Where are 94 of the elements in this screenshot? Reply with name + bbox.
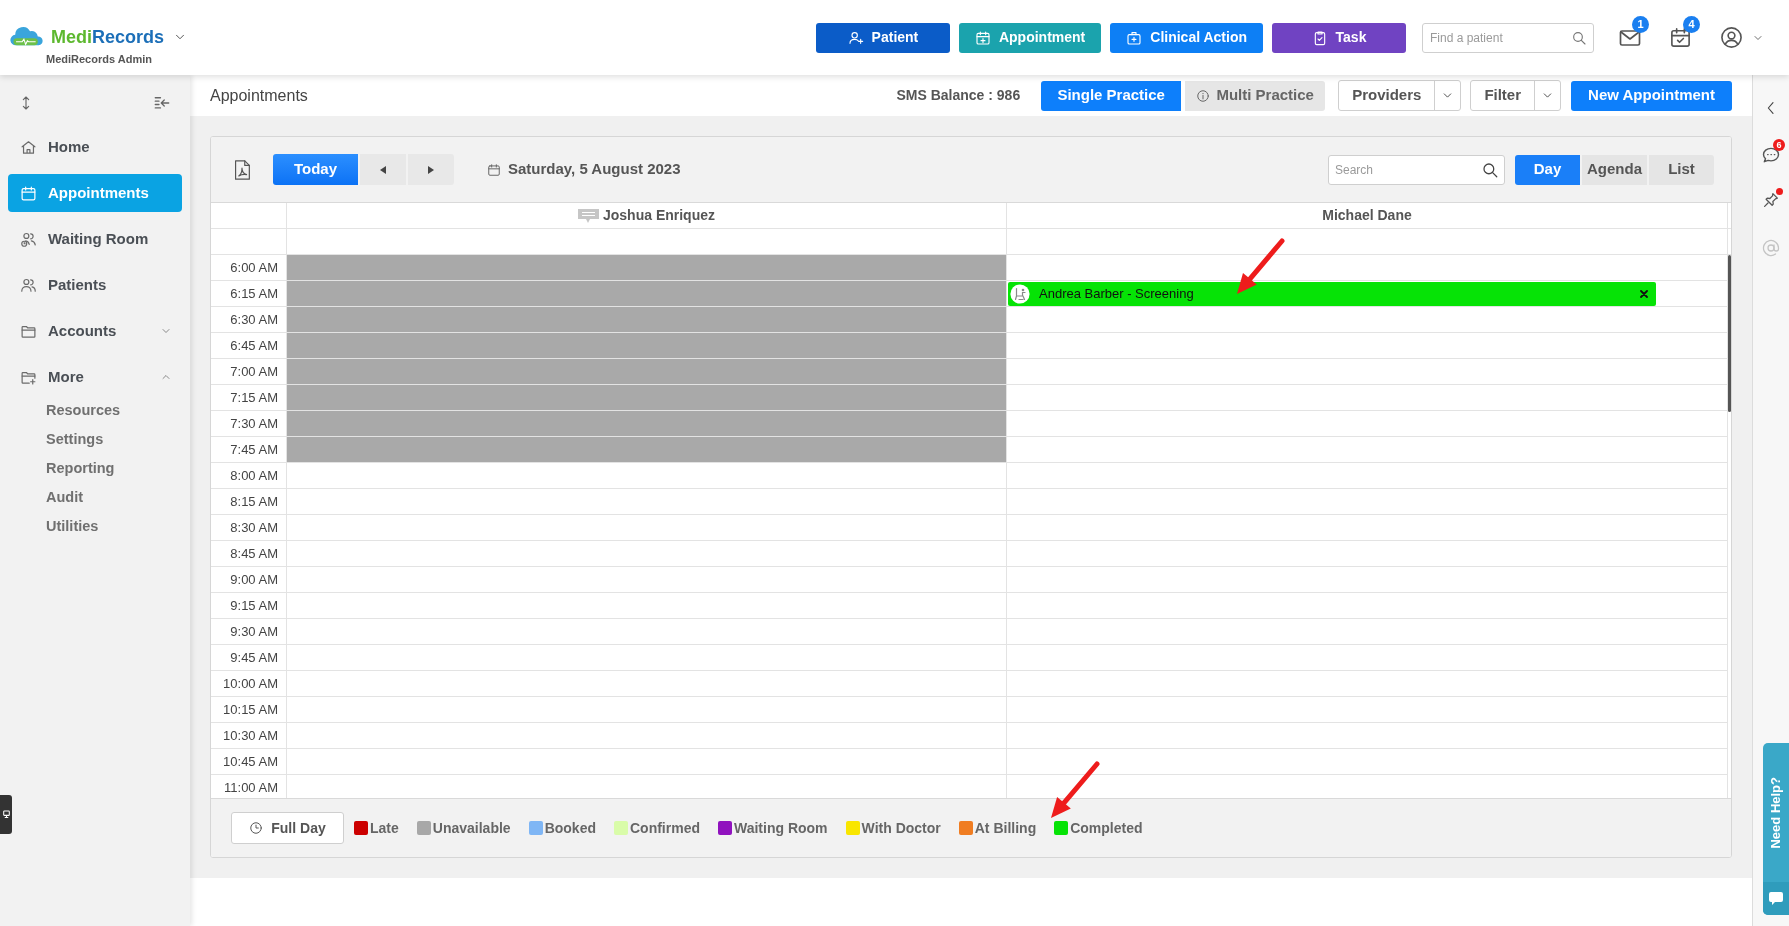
time-label: 10:45 AM [223,752,278,771]
sidebar-item[interactable]: More [8,358,182,396]
dental-chair-icon [1010,283,1030,304]
brand-name: MediRecords [51,28,165,46]
practice-tab[interactable]: Single Practice [1041,80,1182,111]
action-button[interactable]: Appointment [958,22,1102,53]
time-label: 7:30 AM [230,414,278,433]
side-tab[interactable] [0,795,12,834]
legend-label: Completed [1070,818,1143,838]
date-label: Saturday, 5 August 2023 [508,159,681,180]
brand-subtitle: MediRecords Admin [45,52,153,66]
appointment-event[interactable]: Andrea Barber - Screening [1008,281,1656,306]
info-icon [1196,88,1211,103]
legend-label: Late [370,818,399,838]
legend-label: With Doctor [861,818,941,838]
new-appointment-button[interactable]: New Appointment [1571,80,1732,111]
sidebar-subitem[interactable]: Resources [8,396,182,425]
triangle-right-icon [428,165,434,174]
collapse-menu-icon[interactable] [153,94,171,112]
time-label: 11:00 AM [224,778,278,797]
count-badge: 6 [1773,139,1785,151]
sidebar-item[interactable]: Home [8,128,182,166]
time-label: 9:00 AM [230,570,278,589]
full-day-button[interactable]: Full Day [231,812,344,844]
calendar-icon [487,162,501,177]
action-button[interactable]: Clinical Action [1110,22,1263,53]
sidebar-item[interactable]: Accounts [8,312,182,350]
search-field[interactable]: Search [1328,154,1505,185]
time-label: 7:45 AM [230,440,278,459]
view-tab[interactable]: Agenda [1582,154,1647,185]
sidebar-item[interactable]: Waiting Room [8,220,182,258]
time-label: 9:30 AM [230,622,278,641]
sidebar-subitem[interactable]: Utilities [8,512,182,541]
annotation-arrow [1237,238,1285,294]
home-icon [20,138,37,156]
cloud-logo-icon [9,27,44,47]
time-label: 9:15 AM [230,596,278,615]
sidebar-subitem[interactable]: Reporting [8,454,182,483]
today-button[interactable]: Today [273,154,358,185]
sidebar-subitem[interactable]: Settings [8,425,182,454]
search-icon[interactable] [1481,160,1499,179]
time-label: 8:45 AM [230,544,278,563]
calendar-plus-icon [974,29,991,46]
person-plus-icon [847,29,864,46]
time-label: 7:15 AM [230,388,278,407]
time-label: 8:30 AM [230,518,278,537]
sidebar-item[interactable]: Patients [8,266,182,304]
patient-search-field[interactable]: Find a patient [1422,22,1594,53]
dropdown-button[interactable]: Providers [1338,80,1462,111]
legend-label: Confirmed [629,818,700,838]
chat-bubble-icon [1769,892,1783,905]
view-tab[interactable]: Day [1515,154,1580,185]
help-tab[interactable]: Need Help? [1763,743,1789,915]
sidebar-item[interactable]: Appointments [8,174,182,212]
time-label: 9:45 AM [230,648,278,667]
sidebar-subitem[interactable]: Audit [8,483,182,512]
medical-kit-icon [1126,29,1143,46]
scrollbar-thumb[interactable] [1728,255,1731,412]
calendar-icon [20,184,37,202]
clock-icon [249,821,264,835]
sms-balance: SMS Balance : 986 [896,86,1021,105]
dropdown-button[interactable]: Filter [1470,80,1562,111]
people-icon [20,276,37,294]
practice-tab[interactable]: Multi Practice [1185,80,1326,111]
time-label: 10:00 AM [223,674,278,693]
time-label: 7:00 AM [230,362,278,381]
device-icon [2,810,10,819]
calendar-check-icon[interactable] [1669,26,1692,49]
time-label: 6:15 AM [230,284,278,303]
time-label: 6:00 AM [230,258,278,277]
pin-icon[interactable] [1762,191,1780,209]
triangle-left-icon [380,165,386,174]
time-label: 8:15 AM [230,492,278,511]
annotation-arrow [1051,761,1100,818]
time-label: 10:15 AM [223,700,278,719]
legend-label: Booked [544,818,596,838]
action-button[interactable]: Patient [815,22,950,53]
count-badge: 1 [1632,15,1649,33]
user-avatar-icon[interactable] [1720,26,1743,49]
legend-label: Waiting Room [733,818,828,838]
legend-label: Unavailable [432,818,511,838]
time-label: 6:45 AM [230,336,278,355]
time-label: 8:00 AM [230,466,278,485]
provider-name: Michael Dane [1322,206,1412,225]
action-button[interactable]: Task [1272,22,1406,53]
count-badge: 4 [1683,16,1700,33]
close-icon[interactable] [1640,289,1648,298]
time-label: 6:30 AM [230,310,278,329]
page-title: Appointments [210,85,308,106]
time-label: 10:30 AM [223,726,278,745]
provider-name: Joshua Enriquez [603,206,715,225]
view-tab[interactable]: List [1649,154,1714,185]
legend-label: At Billing [974,818,1037,838]
people-clock-icon [20,230,37,248]
